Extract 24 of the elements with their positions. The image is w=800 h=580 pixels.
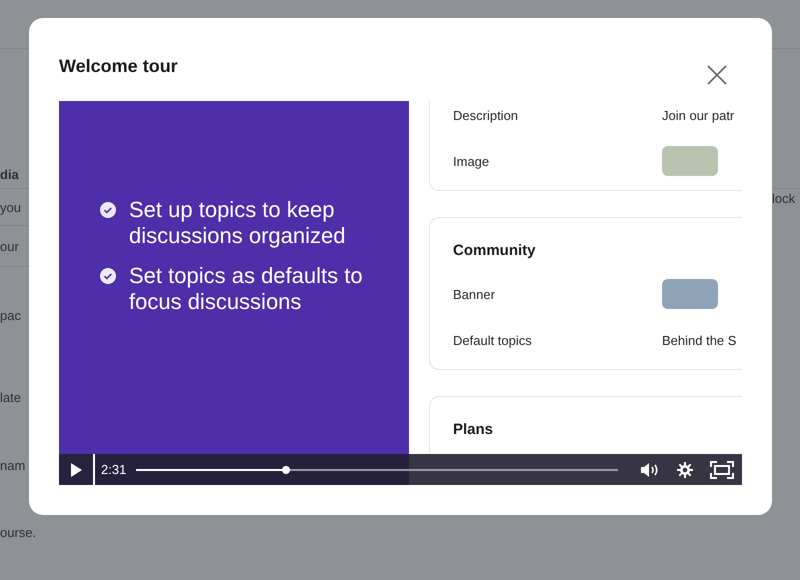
card-title: Plans	[453, 421, 494, 438]
dialog-title: Welcome tour	[59, 56, 178, 77]
progress-handle[interactable]	[282, 466, 290, 474]
bullet-text: Set topics as defaults to focus discussions	[129, 263, 364, 315]
close-button[interactable]	[706, 64, 728, 86]
photo-placeholder	[662, 146, 718, 176]
background-text: lock	[772, 191, 796, 206]
bullet-text: Set up topics to keep discussions organized	[129, 197, 346, 249]
time-display: 2:31	[101, 462, 126, 477]
background-text: ourse.	[0, 524, 38, 542]
field-label: Description	[453, 108, 520, 122]
photo-placeholder	[662, 279, 718, 309]
field-label: Image	[453, 154, 490, 168]
field-label: Default topics	[453, 332, 533, 348]
check-circle-icon	[99, 267, 117, 285]
field-label: Banner	[453, 286, 496, 302]
background-text: nam	[0, 456, 26, 474]
background-text: late	[0, 388, 22, 406]
check-circle-icon	[99, 201, 117, 219]
background-text: pac	[0, 306, 22, 325]
field-value: Join our patr	[662, 108, 736, 122]
field-value: Behind the S	[662, 332, 738, 348]
play-icon	[69, 462, 83, 478]
card-title: Community	[453, 242, 536, 259]
